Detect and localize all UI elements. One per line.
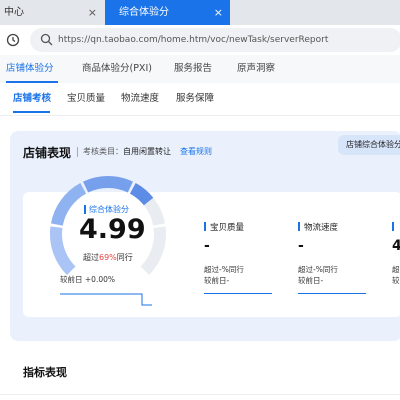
gauge-fill-segment: [129, 183, 154, 206]
metric-prev: 较: [392, 276, 400, 285]
metric-trend-line: [204, 293, 272, 294]
metric-value: -: [298, 238, 304, 254]
browser-tab-title: 综合体验分: [119, 7, 169, 18]
section-title: 店铺表现: [23, 146, 72, 160]
view-rules-link[interactable]: 查看规则: [180, 146, 212, 157]
url-text: https://qn.taobao.com/home.htm/voc/newTa…: [58, 35, 329, 45]
gauge-track-segment: [140, 226, 166, 276]
browser-tab-bar: 中心 × 综合体验分 ×: [0, 0, 400, 25]
gauge-fill-segment: [83, 176, 133, 193]
tab-item-quality[interactable]: 宝贝质量: [67, 83, 105, 115]
tab-service-report[interactable]: 服务报告: [174, 55, 212, 83]
beat-peers-text: 超过69%同行: [83, 252, 133, 263]
indicator-performance-title: 指标表现: [23, 366, 67, 379]
address-row: https://qn.taobao.com/home.htm/voc/newTa…: [0, 25, 400, 55]
browser-tab-center[interactable]: 中心 ×: [0, 0, 104, 25]
url-bar[interactable]: https://qn.taobao.com/home.htm/voc/newTa…: [30, 28, 400, 52]
category-value: 自用闲置转让: [123, 147, 171, 156]
metric-marker: [298, 222, 300, 231]
metric-trend-line: [298, 293, 366, 294]
assessment-category: 考核类目：自用闲置转让: [83, 146, 171, 157]
metric-prev: 较前日-: [298, 276, 324, 285]
metric-value: 4: [392, 238, 400, 254]
tab-logistics-speed[interactable]: 物流速度: [121, 83, 159, 115]
beat-suffix: 同行: [116, 253, 133, 262]
category-label: 考核类目：: [83, 147, 123, 156]
search-icon: [40, 33, 53, 46]
title-divider: [77, 147, 78, 157]
metric-exceed: 超过-%同行: [298, 265, 338, 274]
metric-value: -: [204, 238, 210, 254]
active-subtab-indicator: [13, 111, 50, 113]
metric-name: 宝贝质量: [210, 223, 245, 233]
browser-tab-active[interactable]: 综合体验分 ×: [105, 0, 230, 25]
prev-day-change: 较前日 +0.00%: [60, 275, 115, 284]
beat-prefix: 超过: [83, 253, 99, 262]
tab-store-experience-score[interactable]: 店铺体验分: [6, 55, 54, 83]
beat-percent: 69%: [99, 253, 117, 262]
tab-product-experience-score[interactable]: 商品体验分(PXI): [82, 55, 152, 83]
overall-score-tab[interactable]: 店铺综合体验分: [338, 135, 400, 155]
sub-tabs: 店铺考核 宝贝质量 物流速度 服务保障: [0, 83, 400, 116]
gauge-label-marker: [84, 205, 86, 214]
gauge-fill-segment: [50, 226, 76, 276]
tab-service-guarantee[interactable]: 服务保障: [176, 83, 214, 115]
metric-exceed: 超: [392, 265, 400, 274]
trend-sparkline: [60, 293, 152, 306]
tab-voice-insight[interactable]: 原声洞察: [237, 55, 275, 83]
overall-score-value: 4.99: [79, 214, 146, 245]
metric-marker: [392, 222, 394, 231]
section-divider: [0, 394, 400, 395]
metric-exceed: 超过-%同行: [204, 265, 244, 274]
metric-marker: [204, 222, 206, 231]
metric-name: 物流速度: [304, 223, 339, 233]
browser-tab-title: 中心: [4, 7, 24, 18]
history-icon[interactable]: [6, 33, 20, 47]
close-icon[interactable]: ×: [88, 0, 97, 25]
close-icon[interactable]: ×: [214, 0, 223, 25]
top-tabs: 店铺体验分 商品体验分(PXI) 服务报告 原声洞察: [0, 55, 400, 83]
metric-prev: 较前日-: [204, 276, 230, 285]
